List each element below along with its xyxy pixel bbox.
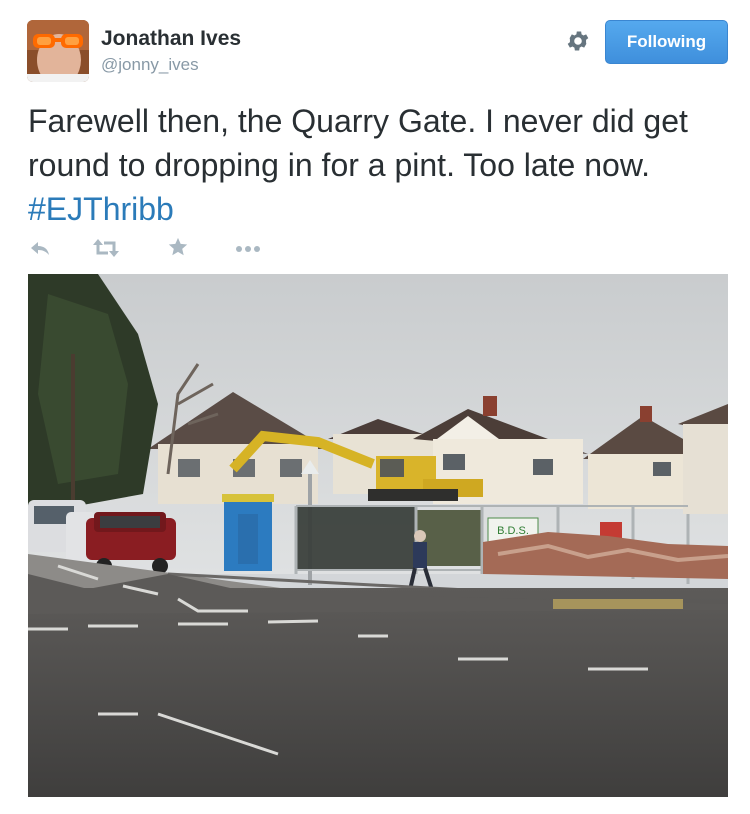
hashtag-link[interactable]: #EJThribb (28, 191, 174, 227)
gear-icon[interactable] (565, 28, 591, 54)
tweet-photo[interactable]: B.D.S. (28, 274, 728, 797)
more-dots-icon[interactable] (234, 236, 262, 260)
tweet-card: Jonathan Ives @jonny_ives Following Fare… (0, 0, 750, 814)
tweet-body: Farewell then, the Quarry Gate. I never … (28, 103, 688, 183)
favorite-star-icon[interactable] (167, 236, 189, 260)
retweet-icon[interactable] (92, 236, 120, 260)
author-handle[interactable]: @jonny_ives (101, 55, 199, 75)
portable-toilet (222, 494, 274, 571)
tweet-text: Farewell then, the Quarry Gate. I never … (28, 99, 728, 231)
avatar[interactable] (27, 20, 89, 82)
tweet-actions (28, 236, 328, 262)
reply-icon[interactable] (28, 236, 52, 260)
following-button[interactable]: Following (605, 20, 728, 64)
author-name[interactable]: Jonathan Ives (101, 27, 241, 51)
skip-sign-text: B.D.S. (497, 525, 529, 537)
